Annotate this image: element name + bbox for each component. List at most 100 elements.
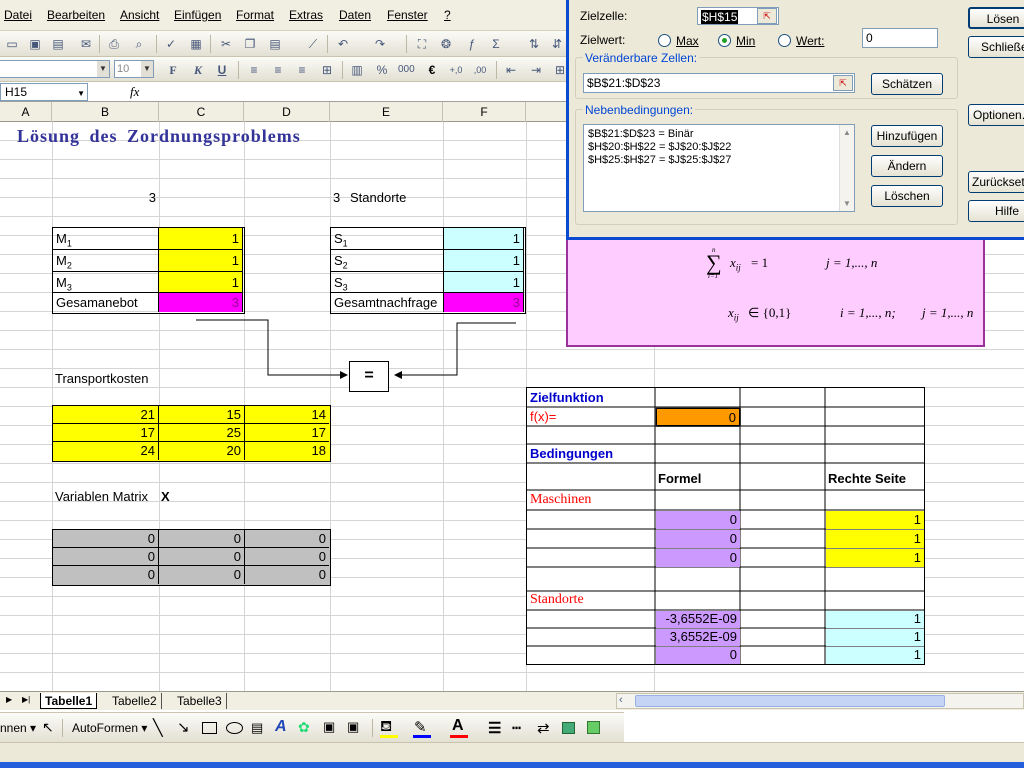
column-header-a[interactable]: A: [0, 102, 52, 122]
machine-value-1[interactable]: 1: [159, 228, 243, 250]
machine-rhs-cell[interactable]: 1: [826, 511, 924, 529]
format-painter-icon[interactable]: ⟋: [305, 36, 321, 52]
guess-button[interactable]: Schätzen: [871, 73, 943, 95]
collapse-dialog-icon[interactable]: ⇱: [757, 8, 777, 24]
transport-cell[interactable]: 21: [141, 405, 158, 424]
autosum-icon[interactable]: Σ: [488, 36, 504, 52]
location-rhs-cell[interactable]: 1: [826, 611, 924, 628]
transport-cell[interactable]: 24: [141, 441, 158, 460]
machine-formula-cell[interactable]: 0: [656, 549, 740, 567]
tab-scroll-next-icon[interactable]: ▶: [6, 695, 12, 704]
variable-cell[interactable]: 0: [234, 547, 244, 566]
variable-cell[interactable]: 0: [148, 565, 158, 584]
arrow-style-icon[interactable]: ⇄: [537, 719, 550, 737]
draw-menu[interactable]: nnen ▾: [0, 721, 36, 735]
collapse-dialog-icon[interactable]: ⇱: [833, 75, 853, 91]
location-formula-cell[interactable]: 3,6552E-09: [656, 629, 740, 646]
shadow-icon[interactable]: [562, 722, 575, 734]
transport-cell[interactable]: 15: [227, 405, 244, 424]
menu-ansicht[interactable]: Ansicht: [120, 8, 159, 22]
location-formula-cell[interactable]: 0: [656, 647, 740, 664]
thousands-icon[interactable]: 000: [398, 62, 415, 78]
solve-button[interactable]: Lösen: [968, 7, 1024, 29]
changing-cells-input[interactable]: $B$21:$D$23: [583, 73, 855, 93]
menu-einfuegen[interactable]: Einfügen: [174, 8, 221, 22]
machine-value-3[interactable]: 1: [159, 272, 243, 293]
location-formula-cell[interactable]: -3,6552E-09: [656, 611, 740, 628]
line-color-icon[interactable]: ✎: [414, 718, 427, 736]
machine-value-2[interactable]: 1: [159, 250, 243, 272]
name-box[interactable]: H15 ▼: [0, 83, 88, 101]
permission-icon[interactable]: ▤: [50, 36, 66, 52]
paste-icon[interactable]: ▤: [267, 36, 283, 52]
column-header-e[interactable]: E: [330, 102, 443, 122]
line-icon[interactable]: ╲: [153, 718, 163, 738]
scroll-thumb[interactable]: [635, 695, 945, 707]
total-supply-value[interactable]: 3: [159, 293, 243, 312]
add-constraint-button[interactable]: Hinzufügen: [871, 125, 943, 147]
wordart-icon[interactable]: A: [275, 718, 287, 736]
autoshapes-menu[interactable]: AutoFormen ▾: [72, 721, 147, 735]
location-value-2[interactable]: 1: [444, 250, 524, 272]
location-value-1[interactable]: 1: [444, 228, 524, 250]
print-preview-icon[interactable]: ⌕: [131, 36, 147, 52]
max-radio[interactable]: [658, 34, 671, 47]
textbox-icon[interactable]: ▤: [251, 720, 263, 736]
scroll-left-icon[interactable]: ‹: [619, 694, 623, 706]
constraints-listbox[interactable]: $B$21:$D$23 = Binär $H$20:$H$22 = $J$20:…: [583, 124, 855, 212]
font-color-icon[interactable]: A: [452, 717, 464, 735]
increase-indent-icon[interactable]: ⇥: [528, 62, 544, 78]
align-left-icon[interactable]: ≡: [246, 62, 262, 78]
menu-help[interactable]: ?: [444, 8, 451, 22]
italic-icon[interactable]: K: [190, 62, 206, 78]
change-constraint-button[interactable]: Ändern: [871, 155, 943, 177]
decrease-indent-icon[interactable]: ⇤: [503, 62, 519, 78]
help-button[interactable]: Hilfe: [968, 200, 1024, 222]
3d-icon[interactable]: [587, 721, 600, 734]
bold-icon[interactable]: F: [165, 62, 181, 78]
machine-rhs-cell[interactable]: 1: [826, 549, 924, 567]
increase-decimal-icon[interactable]: +,0: [448, 62, 464, 78]
column-header-d[interactable]: D: [244, 102, 330, 122]
constraint-item[interactable]: $H$20:$H$22 = $J$20:$J$22: [588, 141, 731, 154]
tab-tabelle1[interactable]: Tabelle1: [40, 693, 98, 709]
sort-asc-icon[interactable]: ⇅: [526, 36, 542, 52]
rectangle-icon[interactable]: [202, 722, 217, 734]
email-icon[interactable]: ✉: [78, 36, 94, 52]
clipart-icon[interactable]: ▣: [323, 719, 335, 735]
variable-cell[interactable]: 0: [319, 565, 329, 584]
location-rhs-cell[interactable]: 1: [826, 647, 924, 664]
delete-constraint-button[interactable]: Löschen: [871, 185, 943, 207]
objective-cell[interactable]: 0: [655, 407, 741, 427]
variable-cell[interactable]: 0: [148, 547, 158, 566]
fx-icon[interactable]: fx: [130, 84, 139, 100]
research-icon[interactable]: ▦: [188, 36, 204, 52]
font-size-combo[interactable]: 10 ▼: [114, 60, 154, 78]
align-center-icon[interactable]: ≡: [270, 62, 286, 78]
chart-wizard-icon[interactable]: ❂: [438, 36, 454, 52]
scroll-down-icon[interactable]: ▼: [843, 199, 851, 208]
value-radio[interactable]: [778, 34, 791, 47]
constraint-item[interactable]: $B$21:$D$23 = Binär: [588, 128, 731, 141]
align-right-icon[interactable]: ≡: [294, 62, 310, 78]
target-value-input[interactable]: 0: [862, 28, 938, 48]
location-value-3[interactable]: 1: [444, 272, 524, 293]
location-rhs-cell[interactable]: 1: [826, 629, 924, 646]
underline-icon[interactable]: U: [214, 62, 230, 78]
machine-formula-cell[interactable]: 0: [656, 530, 740, 548]
menu-daten[interactable]: Daten: [339, 8, 371, 22]
tab-scroll-last-icon[interactable]: ▶|: [22, 695, 30, 704]
transport-cell[interactable]: 17: [141, 423, 158, 442]
percent-icon[interactable]: %: [374, 62, 390, 78]
select-objects-icon[interactable]: ↖: [42, 719, 54, 736]
new-icon[interactable]: ▭: [4, 36, 20, 52]
variable-cell[interactable]: 0: [319, 529, 329, 548]
total-demand-value[interactable]: 3: [444, 293, 524, 312]
font-name-combo[interactable]: ▼: [0, 60, 110, 78]
euro-icon[interactable]: €: [424, 62, 440, 78]
column-header-b[interactable]: B: [52, 102, 159, 122]
diagram-icon[interactable]: ✿: [298, 719, 310, 736]
tab-tabelle2[interactable]: Tabelle2: [108, 693, 162, 709]
horizontal-scrollbar[interactable]: ‹: [616, 693, 1024, 709]
undo-icon[interactable]: ↶: [335, 36, 351, 52]
